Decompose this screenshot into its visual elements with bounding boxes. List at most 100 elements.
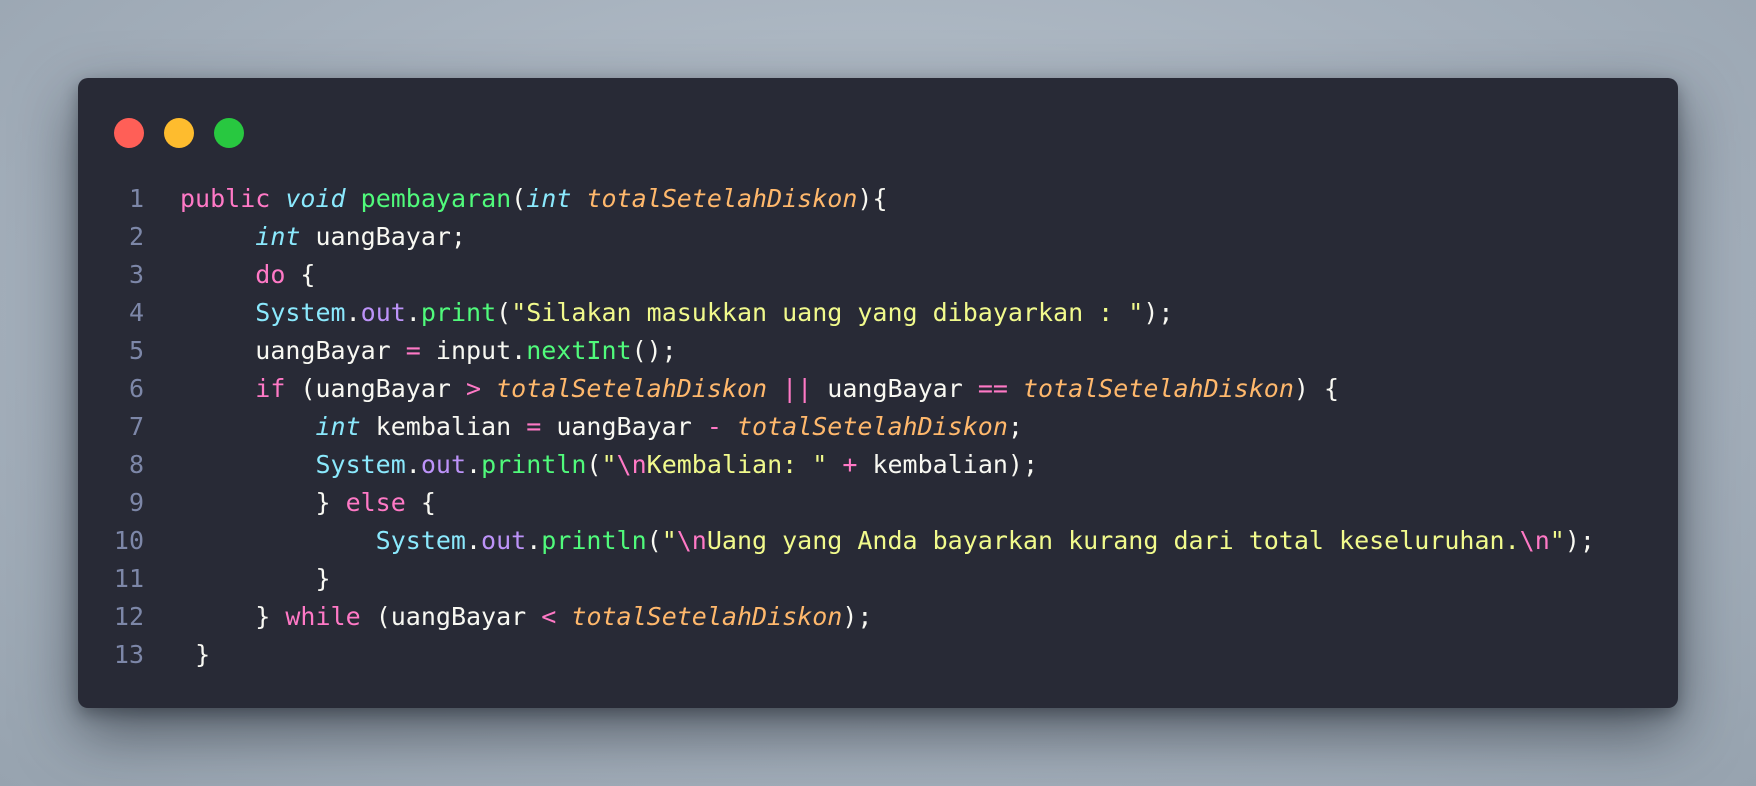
code-token: Kembalian: " [646,450,828,479]
code-token: = [526,412,542,441]
code-token: totalSetelahDiskon [496,374,768,403]
code-token: { [405,488,436,517]
code-line: 10 System.out.println("\nUang yang Anda … [78,522,1595,560]
line-number: 2 [128,222,144,251]
code-token: } [255,602,286,631]
code-token: - [706,412,722,441]
code-line: 7 int kembalian = uangBayar - totalSetel… [78,408,1595,446]
code-token: uangBayar [255,336,406,365]
line-content: System.out.println("\nUang yang Anda bay… [180,522,1595,560]
line-content: } [180,560,331,598]
code-token: println [541,526,647,555]
code-token: ; [1007,412,1023,441]
line-content: if (uangBayar > totalSetelahDiskon || ua… [180,370,1339,408]
code-token: "Silakan masukkan uang yang dibayarkan :… [511,298,1144,327]
code-token: . [526,526,542,555]
maximize-button[interactable] [214,118,244,148]
code-token: (uangBayar [360,602,542,631]
code-token: totalSetelahDiskon [1022,374,1294,403]
code-block: 1 public void pembayaran(int totalSetelah… [78,180,1595,674]
code-token: uangBayar [541,412,707,441]
code-token: . [405,450,421,479]
code-token: (); [631,336,677,365]
code-token: > [466,374,482,403]
code-token: void [285,184,346,213]
code-token: ( [496,298,512,327]
code-token: print [420,298,497,327]
line-number: 13 [113,640,144,669]
code-token: } [195,640,211,669]
code-token: input. [420,336,527,365]
code-token: . [345,298,361,327]
code-token: int [255,222,301,251]
code-line: 2 int uangBayar; [78,218,1595,256]
code-token: ){ [857,184,888,213]
code-token: ( [586,450,602,479]
code-token: println [481,450,587,479]
code-line: 9 } else { [78,484,1595,522]
code-window: 1 public void pembayaran(int totalSetelah… [78,78,1678,708]
code-token: == [977,374,1008,403]
code-line: 6 if (uangBayar > totalSetelahDiskon || … [78,370,1595,408]
code-line: 13 } [78,636,1595,674]
code-token: totalSetelahDiskon [736,412,1008,441]
line-number: 8 [128,450,144,479]
line-number: 10 [113,526,144,555]
code-token: else [345,488,406,517]
code-token: \n [676,526,707,555]
code-token: System [375,526,466,555]
code-token: " [1549,526,1565,555]
code-token: ( [511,184,527,213]
code-token: pembayaran [360,184,512,213]
code-token: while [285,602,361,631]
line-content: int uangBayar; [180,218,466,256]
line-number: 4 [128,298,144,327]
line-content: do { [180,256,315,294]
code-token: Uang yang Anda bayarkan kurang dari tota… [706,526,1520,555]
code-token: + [842,450,858,479]
code-token: uangBayar [812,374,978,403]
code-line: 8 System.out.println("\nKembalian: " + k… [78,446,1595,484]
code-token: " [601,450,617,479]
line-number: 5 [128,336,144,365]
code-token: out [420,450,466,479]
line-number: 3 [128,260,144,289]
code-token: . [466,450,482,479]
line-number: 12 [113,602,144,631]
code-token: || [782,374,813,403]
code-token: if [255,374,286,403]
minimize-button[interactable] [164,118,194,148]
code-token: kembalian); [857,450,1039,479]
code-token: ); [842,602,873,631]
code-token: . [465,526,482,555]
code-token: totalSetelahDiskon [586,184,858,213]
code-line: 3 do { [78,256,1595,294]
line-content: int kembalian = uangBayar - totalSetelah… [180,408,1023,446]
line-number: 6 [128,374,144,403]
code-token: ); [1143,298,1174,327]
line-content: public void pembayaran(int totalSetelahD… [180,180,888,218]
line-number: 9 [128,488,144,517]
code-token: int [315,412,361,441]
code-line: 1 public void pembayaran(int totalSetelah… [78,180,1595,218]
close-button[interactable] [114,118,144,148]
code-token: } [315,564,331,593]
code-token: System [255,298,346,327]
